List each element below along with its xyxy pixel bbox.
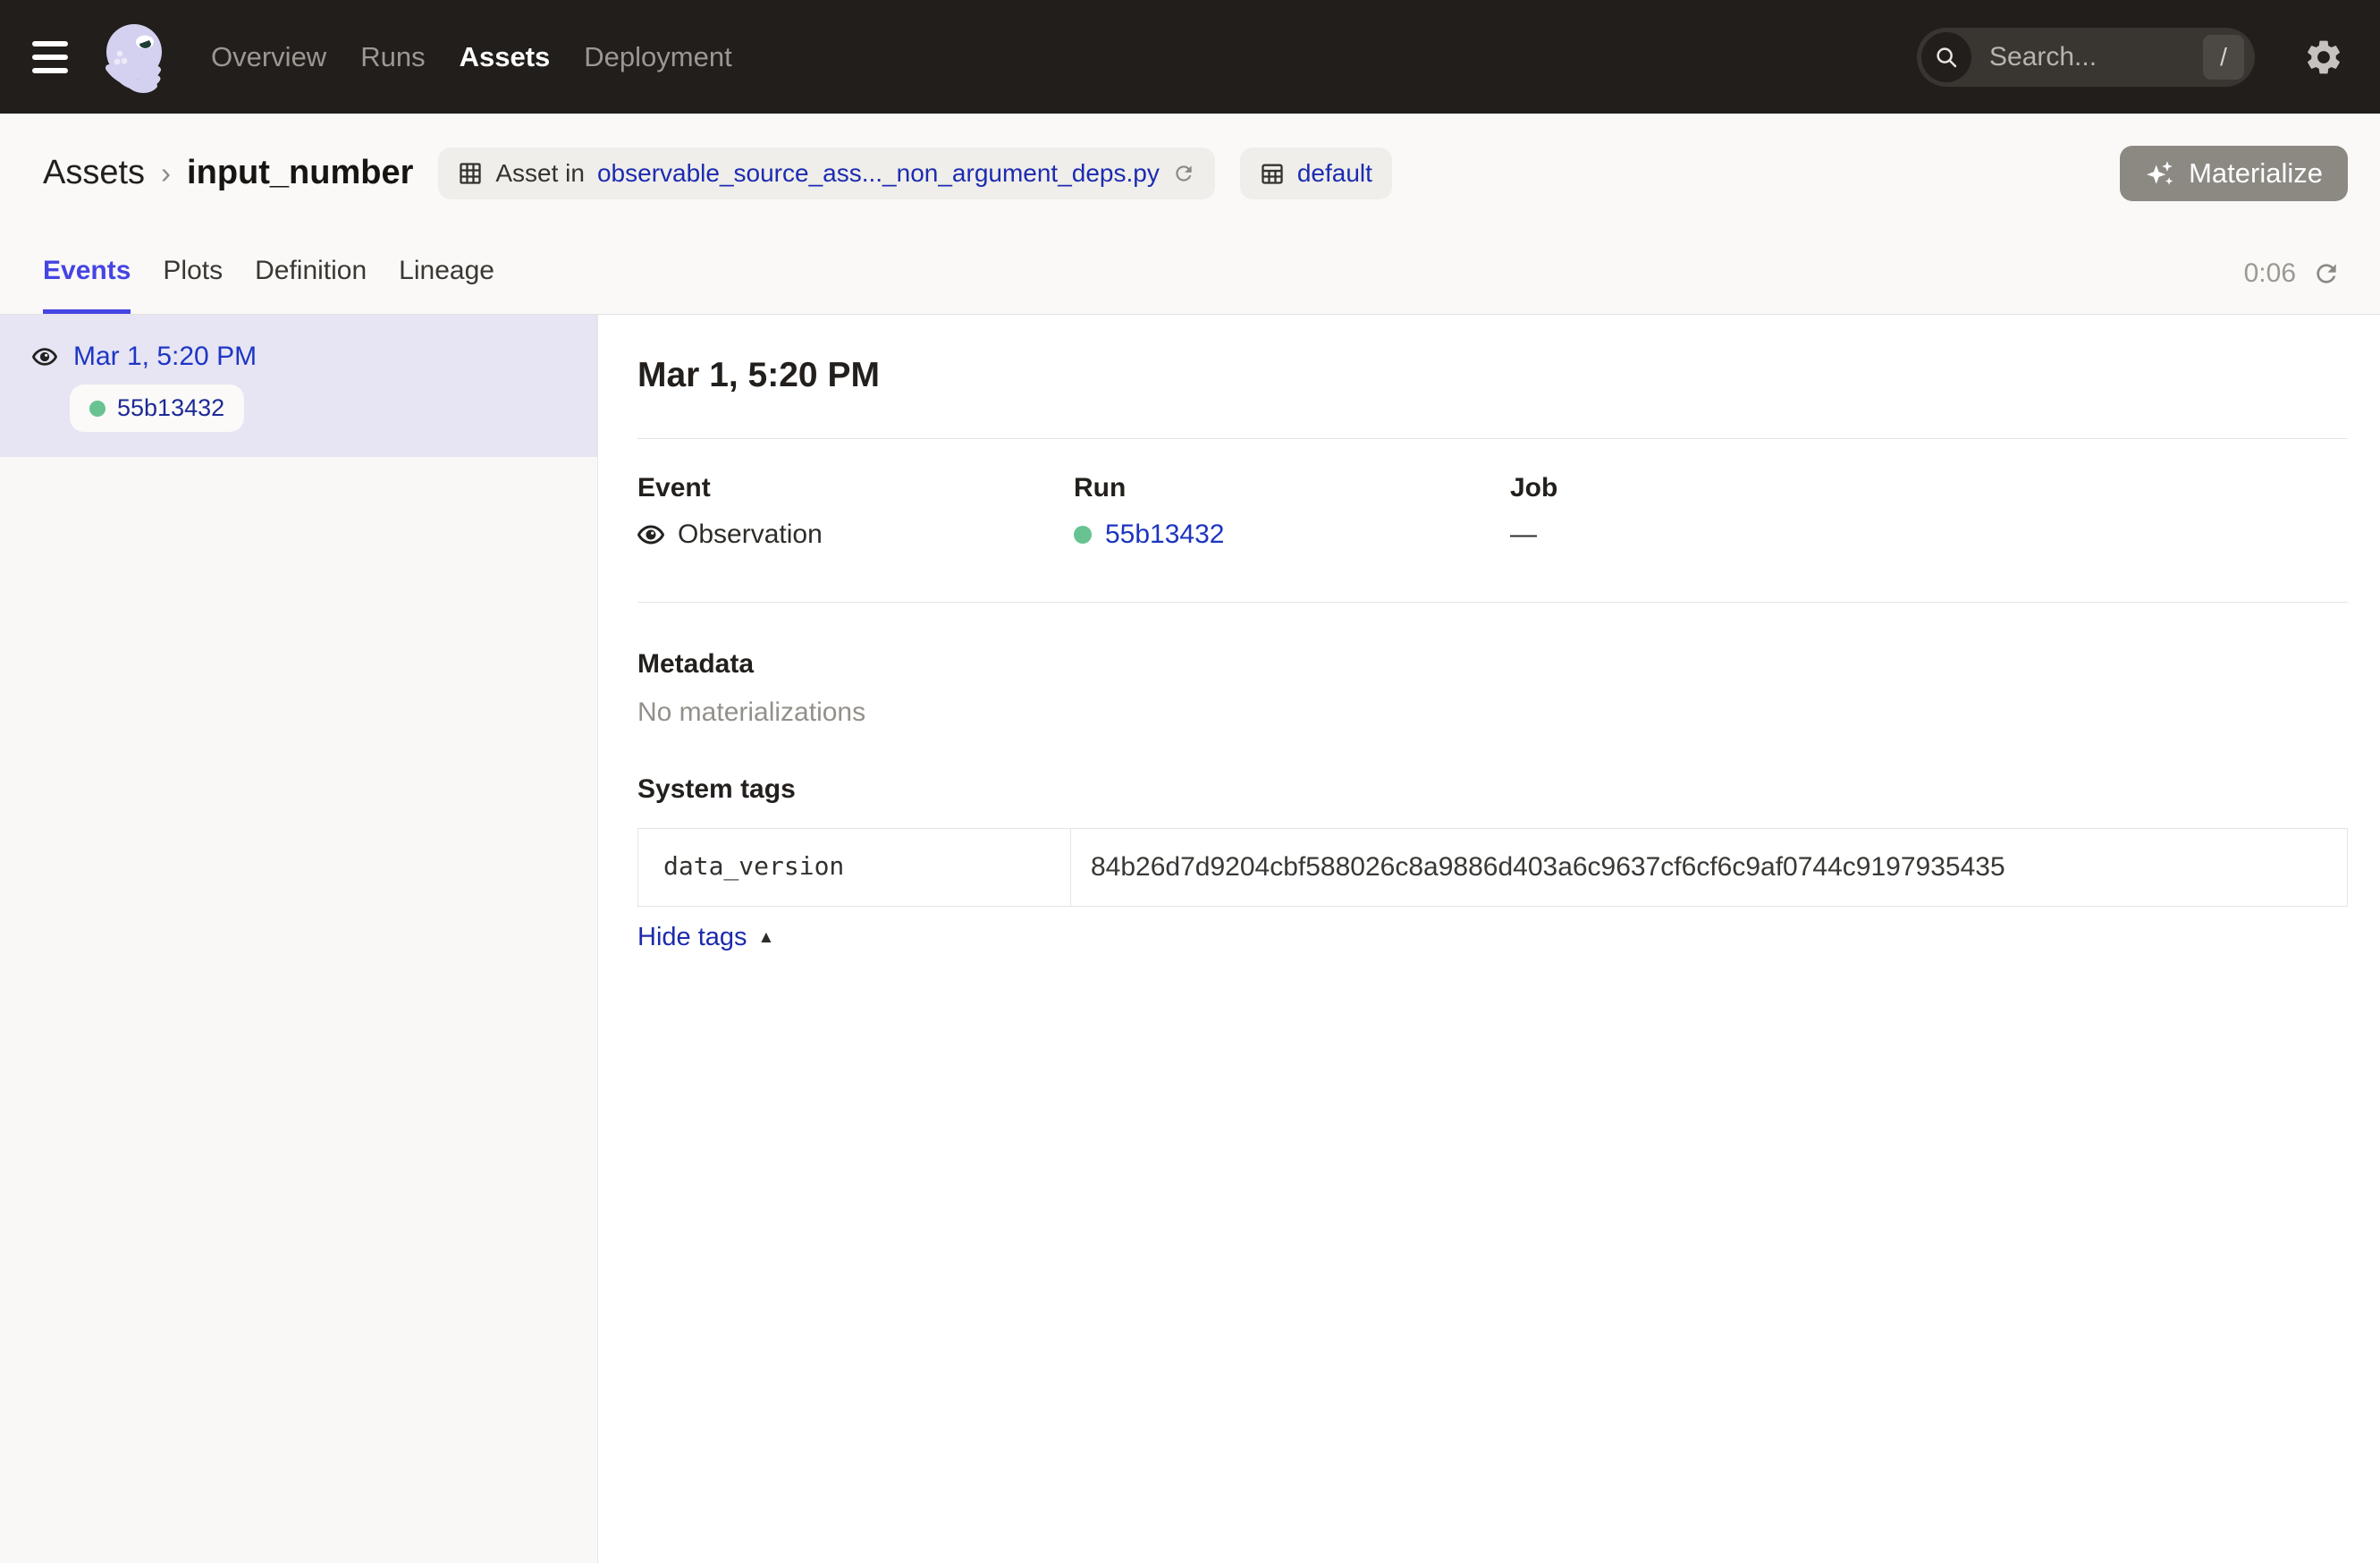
metadata-heading: Metadata (637, 649, 2348, 680)
run-id-link[interactable]: 55b13432 (1105, 520, 1224, 550)
breadcrumb-assets-link[interactable]: Assets (43, 154, 145, 192)
nav-item-assets[interactable]: Assets (460, 41, 551, 73)
event-column: Event Observation (637, 473, 1074, 550)
repo-badge: default (1240, 148, 1392, 199)
menu-icon[interactable] (32, 41, 68, 73)
materialize-button[interactable]: Materialize (2120, 146, 2348, 201)
dagster-logo-icon[interactable] (95, 18, 173, 97)
hide-tags-link[interactable]: Hide tags ▲ (637, 923, 774, 952)
page-header: Assets › input_number Asset in observabl… (0, 114, 2380, 232)
asset-location-badge: Asset in observable_source_ass..._non_ar… (438, 148, 1214, 199)
tag-value-cell: 84b26d7d9204cbf588026c8a9886d403a6c9637c… (1071, 829, 2347, 906)
auto-refresh: 0:06 (2244, 232, 2341, 315)
asset-definition-file-link[interactable]: observable_source_ass..._non_argument_de… (597, 159, 1160, 188)
asset-location-prefix: Asset in (495, 159, 585, 188)
tab-definition[interactable]: Definition (255, 232, 367, 314)
nav-item-overview[interactable]: Overview (211, 41, 326, 73)
sparkles-icon (2145, 158, 2175, 189)
run-column: Run 55b13432 (1074, 473, 1510, 550)
tab-lineage[interactable]: Lineage (399, 232, 494, 314)
system-tags-table: data_version 84b26d7d9204cbf588026c8a988… (637, 828, 2348, 907)
primary-nav: Overview Runs Assets Deployment (211, 41, 732, 73)
tab-events[interactable]: Events (43, 232, 131, 314)
asset-grid-icon (458, 161, 483, 186)
event-type-value: Observation (678, 520, 823, 550)
job-column: Job — (1510, 473, 1946, 550)
asset-name: input_number (187, 154, 413, 192)
dagster-app: Overview Runs Assets Deployment Search..… (0, 0, 2380, 1563)
event-date-link[interactable]: Mar 1, 5:20 PM (73, 342, 257, 372)
workspace-icon (1260, 161, 1285, 186)
run-id-label: 55b13432 (117, 394, 224, 422)
job-column-header: Job (1510, 473, 1946, 503)
tag-key-cell: data_version (638, 829, 1071, 906)
divider (637, 438, 2348, 439)
content-area: Mar 1, 5:20 PM 55b13432 Mar 1, 5:20 PM E… (0, 315, 2380, 1563)
refresh-countdown: 0:06 (2244, 258, 2296, 289)
metadata-empty-text: No materializations (637, 697, 2348, 728)
event-list-sidebar: Mar 1, 5:20 PM 55b13432 (0, 315, 598, 1563)
search-input[interactable]: Search... / (1917, 28, 2255, 87)
asset-tabs: Events Plots Definition Lineage 0:06 (0, 232, 2380, 315)
event-list-item-selected[interactable]: Mar 1, 5:20 PM 55b13432 (0, 315, 597, 457)
observation-eye-icon (32, 344, 57, 369)
event-column-header: Event (637, 473, 1074, 503)
run-status-dot (1074, 526, 1092, 544)
repo-default-link[interactable]: default (1297, 159, 1372, 188)
breadcrumb: Assets › input_number (43, 154, 413, 192)
materialize-label: Materialize (2189, 157, 2323, 190)
nav-item-deployment[interactable]: Deployment (584, 41, 731, 73)
event-title: Mar 1, 5:20 PM (637, 356, 2348, 395)
search-shortcut-key: / (2203, 35, 2244, 80)
event-summary-row: Event Observation Run 55b13432 (637, 473, 2348, 550)
observation-eye-icon (637, 521, 664, 548)
tab-plots[interactable]: Plots (163, 232, 223, 314)
divider (637, 602, 2348, 603)
nav-item-runs[interactable]: Runs (360, 41, 425, 73)
reload-definition-icon[interactable] (1172, 162, 1195, 185)
event-detail-panel: Mar 1, 5:20 PM Event Observation (598, 315, 2380, 1563)
caret-up-icon: ▲ (758, 928, 775, 948)
run-status-dot (89, 401, 105, 417)
hide-tags-label: Hide tags (637, 923, 747, 952)
run-id-badge[interactable]: 55b13432 (70, 384, 244, 432)
search-placeholder: Search... (1989, 42, 2185, 72)
search-icon (1921, 32, 1971, 82)
refresh-icon[interactable] (2312, 259, 2341, 288)
breadcrumb-chevron-icon: › (161, 156, 171, 190)
job-value: — (1510, 520, 1537, 550)
settings-gear-icon[interactable] (2303, 37, 2344, 78)
top-navbar: Overview Runs Assets Deployment Search..… (0, 0, 2380, 114)
run-column-header: Run (1074, 473, 1510, 503)
system-tags-heading: System tags (637, 774, 2348, 805)
